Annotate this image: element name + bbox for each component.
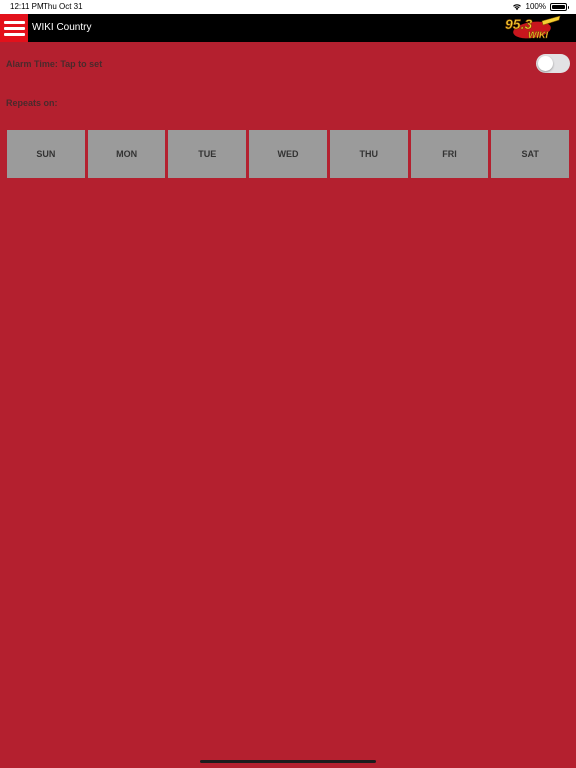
- home-indicator[interactable]: [200, 760, 376, 763]
- day-button-tue[interactable]: TUE: [168, 130, 247, 178]
- status-time: 12:11 PM: [10, 2, 44, 11]
- wifi-icon: [512, 4, 521, 11]
- day-selector: SUN MON TUE WED THU FRI SAT: [7, 130, 570, 178]
- day-button-wed[interactable]: WED: [249, 130, 327, 178]
- status-date: Thu Oct 31: [43, 2, 83, 11]
- battery-icon: [550, 3, 569, 11]
- app-header: WIKI Country 95.3 WIKI: [0, 14, 576, 42]
- station-logo: 95.3 WIKI: [505, 15, 561, 40]
- status-bar: 12:11 PM Thu Oct 31 100%: [0, 0, 576, 14]
- hamburger-menu-icon[interactable]: [0, 14, 28, 42]
- day-button-sun[interactable]: SUN: [7, 130, 85, 178]
- day-button-fri[interactable]: FRI: [410, 130, 489, 178]
- alarm-row: Alarm Time: Tap to set: [0, 52, 576, 76]
- day-button-mon[interactable]: MON: [87, 130, 166, 178]
- day-button-sat[interactable]: SAT: [491, 130, 570, 178]
- app-title: WIKI Country: [32, 22, 92, 33]
- alarm-time-label[interactable]: Alarm Time: Tap to set: [6, 52, 102, 76]
- day-button-thu[interactable]: THU: [329, 130, 408, 178]
- alarm-toggle[interactable]: [536, 54, 570, 73]
- toggle-knob: [538, 56, 553, 71]
- repeats-label: Repeats on:: [6, 98, 58, 108]
- status-indicators: 100%: [512, 0, 569, 14]
- battery-percentage: 100%: [525, 2, 546, 11]
- logo-callsign: WIKI: [528, 30, 548, 40]
